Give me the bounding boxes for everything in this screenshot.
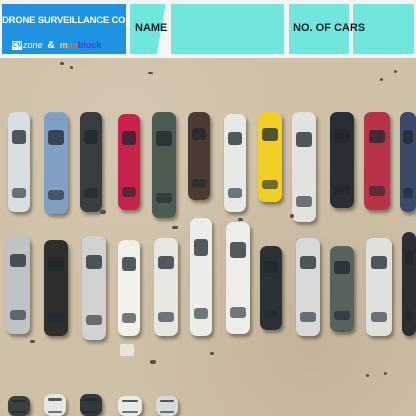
parked-car xyxy=(80,394,102,416)
ground-debris xyxy=(384,372,387,375)
ground-debris xyxy=(210,352,214,355)
ground-debris xyxy=(70,66,73,69)
parked-car xyxy=(152,112,176,218)
ground-debris xyxy=(380,78,383,81)
parking-lot-aerial-view xyxy=(0,58,416,416)
name-field[interactable] xyxy=(171,4,284,54)
parked-car xyxy=(226,222,250,334)
header-bar: DRONE SURVEILLANCE CONTEST CV zone & maa… xyxy=(0,0,416,58)
ground-debris xyxy=(340,330,345,332)
parked-car xyxy=(188,112,210,200)
parked-car xyxy=(330,112,354,208)
brand-ampersand: & xyxy=(47,39,55,51)
contest-banner: DRONE SURVEILLANCE CONTEST CV zone & maa… xyxy=(2,4,156,54)
parked-car xyxy=(296,238,320,336)
parked-car xyxy=(400,112,416,212)
ground-debris xyxy=(30,340,35,343)
ground-debris xyxy=(60,62,64,65)
parked-car xyxy=(366,238,392,336)
ground-debris xyxy=(238,218,243,221)
parked-car xyxy=(154,238,178,336)
parked-car xyxy=(118,240,140,336)
cvzone-logo: CV zone xyxy=(12,40,43,50)
ground-debris xyxy=(366,374,369,377)
parked-car xyxy=(260,246,282,330)
brand-block-logo: maablock xyxy=(59,40,102,50)
parked-car xyxy=(292,112,316,222)
ground-debris xyxy=(148,72,153,74)
cvzone-text: zone xyxy=(23,40,43,50)
ground-debris xyxy=(100,210,106,214)
parked-car xyxy=(80,112,102,212)
parked-car xyxy=(118,396,142,416)
parked-car xyxy=(190,218,212,336)
parked-car xyxy=(224,114,246,212)
contest-title: DRONE SURVEILLANCE CONTEST xyxy=(2,15,156,26)
brand-logos: CV zone & maablock xyxy=(12,39,101,51)
ground-debris xyxy=(120,344,134,356)
parked-car xyxy=(6,236,30,334)
parked-car xyxy=(258,112,282,202)
cars-label: NO. OF CARS xyxy=(293,22,366,34)
ground-debris xyxy=(290,214,294,218)
name-label: NAME xyxy=(135,22,168,34)
ground-debris xyxy=(172,226,178,229)
parked-car xyxy=(118,114,140,210)
ground-debris xyxy=(150,360,156,364)
cvzone-mark-icon: CV xyxy=(12,40,22,50)
parked-car xyxy=(8,112,30,212)
parked-car xyxy=(364,112,390,210)
parked-car xyxy=(156,396,178,416)
parked-car xyxy=(82,236,106,340)
parked-car xyxy=(44,112,68,214)
parked-car xyxy=(402,232,416,336)
parked-car xyxy=(44,394,66,416)
parked-car xyxy=(8,396,30,416)
parked-car xyxy=(330,246,354,332)
ground-debris xyxy=(394,70,397,73)
parked-car xyxy=(44,240,68,336)
